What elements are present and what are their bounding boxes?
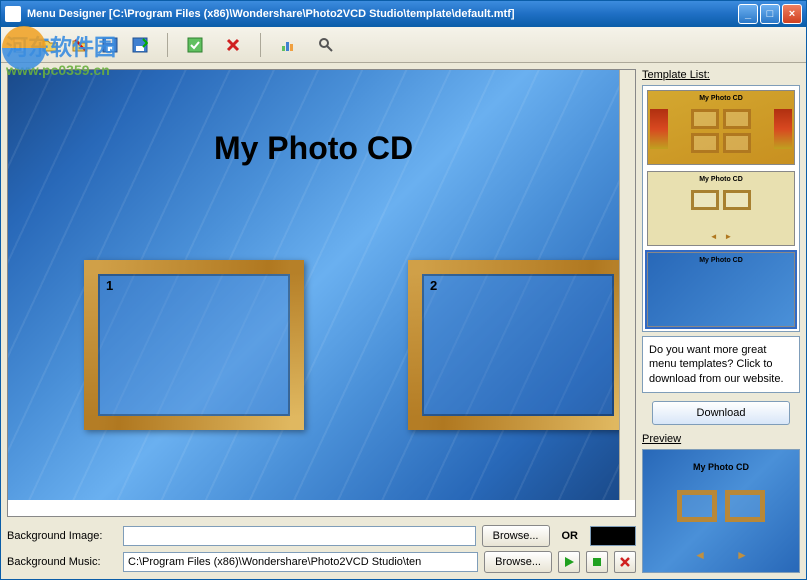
photo-frame-1[interactable]: 1 [84,260,304,430]
zoom-icon[interactable] [315,34,337,56]
frame-label-1: 1 [106,278,113,293]
delete-icon[interactable] [222,34,244,56]
bg-music-input[interactable] [123,552,478,572]
app-window: 河东软件园 www.pc0359.cn Menu Designer [C:\Pr… [0,0,807,580]
save-icon[interactable] [99,34,121,56]
template-note: Do you want more great menu templates? C… [642,336,800,393]
play-button[interactable] [558,551,580,573]
remove-music-button[interactable] [614,551,636,573]
chart-icon[interactable] [277,34,299,56]
photo-frame-2[interactable]: 2 [408,260,619,430]
title-bar[interactable]: Menu Designer [C:\Program Files (x86)\Wo… [1,1,806,27]
app-icon [5,6,21,22]
bg-music-label: Background Music: [7,556,117,568]
preview-frame-2 [725,490,765,522]
or-label: OR [556,530,585,542]
checkmark-icon[interactable] [184,34,206,56]
close-folder-icon[interactable] [69,34,91,56]
frame-label-2: 2 [430,278,437,293]
preview-box: My Photo CD ◄► [642,449,800,573]
maximize-button[interactable]: □ [760,4,780,24]
template-thumb-title: My Photo CD [648,95,794,102]
bg-color-swatch[interactable] [590,526,636,546]
left-pane: My Photo CD 1 2 ◄ ► Ba [1,63,642,579]
save-as-icon[interactable] [129,34,151,56]
template-thumb-title: My Photo CD [648,257,794,264]
download-button[interactable]: Download [652,401,790,425]
template-thumb-title: My Photo CD [648,176,794,183]
bg-image-label: Background Image: [7,530,117,542]
template-item-3[interactable]: My Photo CD [647,252,795,327]
open-folder-icon[interactable] [39,34,61,56]
right-pane: Template List: My Photo CD My Photo CD ◄… [642,63,806,579]
preview-frame-1 [677,490,717,522]
stop-button[interactable] [586,551,608,573]
template-list[interactable]: My Photo CD My Photo CD ◄ ► My Photo CD [642,85,800,332]
new-file-icon[interactable] [9,34,31,56]
window-title: Menu Designer [C:\Program Files (x86)\Wo… [27,8,738,20]
browse-music-button[interactable]: Browse... [484,551,552,573]
close-button[interactable]: × [782,4,802,24]
design-canvas[interactable]: My Photo CD 1 2 [8,70,619,500]
preview-label: Preview [642,433,800,445]
vertical-scrollbar[interactable] [619,70,635,500]
template-item-1[interactable]: My Photo CD [647,90,795,165]
bottom-controls: Background Image: Browse... OR Backgroun… [7,521,636,573]
canvas-container: My Photo CD 1 2 ◄ ► [7,69,636,517]
preview-nav-arrows: ◄► [643,548,799,562]
template-list-label: Template List: [642,69,800,81]
browse-image-button[interactable]: Browse... [482,525,550,547]
preview-title: My Photo CD [643,462,799,472]
main-area: My Photo CD 1 2 ◄ ► Ba [1,63,806,579]
canvas-title-text[interactable]: My Photo CD [8,130,619,167]
bg-image-input[interactable] [123,526,476,546]
minimize-button[interactable]: _ [738,4,758,24]
template-item-2[interactable]: My Photo CD ◄ ► [647,171,795,246]
toolbar [1,27,806,63]
